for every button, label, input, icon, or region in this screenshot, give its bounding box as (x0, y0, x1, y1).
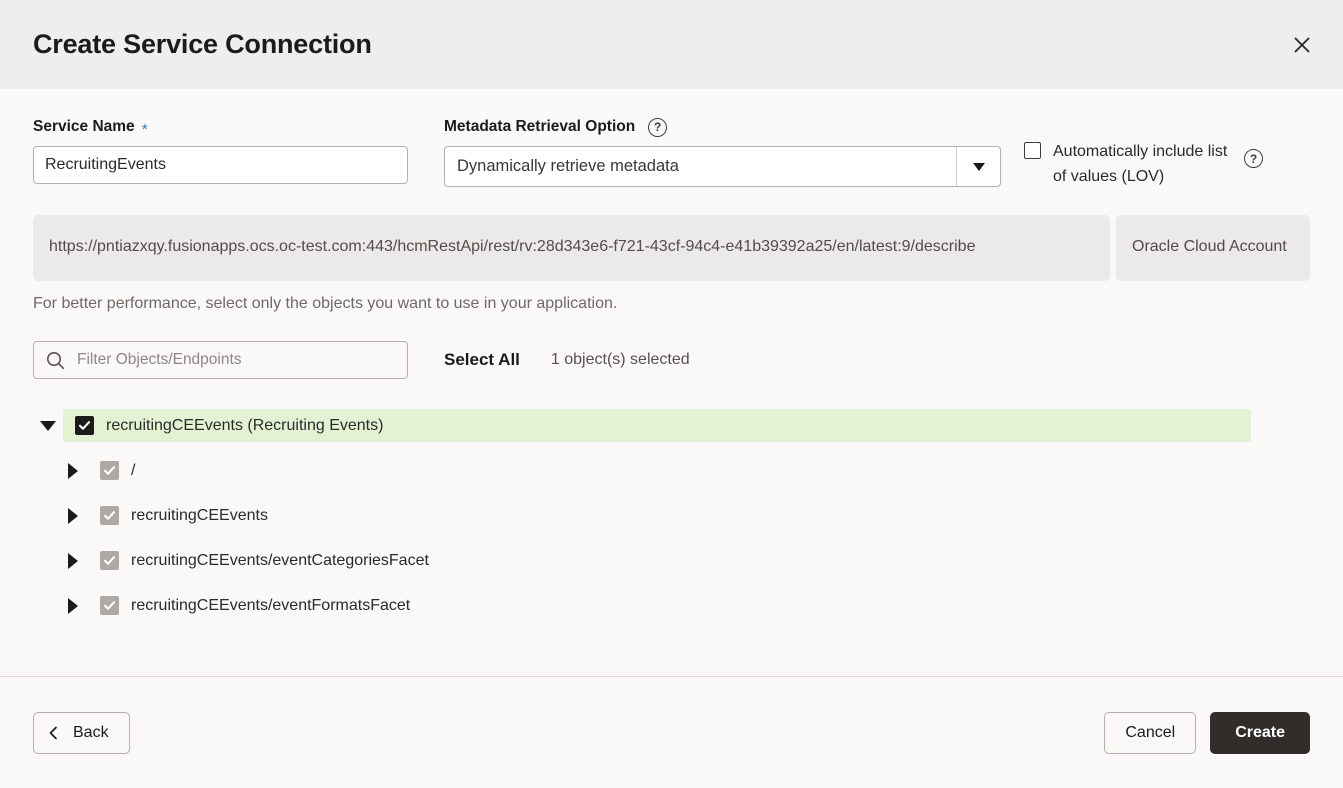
endpoint-url-text: https://pntiazxqy.fusionapps.ocs.oc-test… (33, 215, 1110, 281)
filter-objects-input[interactable] (33, 341, 408, 379)
triangle-right-icon[interactable] (58, 583, 88, 628)
required-asterisk: * (142, 122, 148, 137)
triangle-down-icon[interactable] (33, 403, 63, 448)
endpoint-url-strip: https://pntiazxqy.fusionapps.ocs.oc-test… (33, 215, 1310, 281)
tree-row-content-root[interactable]: recruitingCEEvents (Recruiting Events) (63, 409, 1251, 442)
metadata-option-label-text: Metadata Retrieval Option (444, 118, 635, 136)
metadata-option-field-group: Metadata Retrieval Option ? Dynamically … (444, 117, 1001, 187)
lov-checkbox[interactable] (1024, 142, 1041, 159)
filter-search-wrap (33, 341, 408, 379)
cancel-button-label: Cancel (1125, 724, 1175, 742)
checkbox-checked[interactable] (75, 416, 94, 435)
checkbox-checked-disabled[interactable] (100, 506, 119, 525)
dialog-footer: Back Cancel Create (0, 676, 1343, 788)
tree-row-content-child[interactable]: recruitingCEEvents/eventCategoriesFacet (88, 544, 1310, 577)
service-name-field-group: Service Name * (33, 117, 408, 184)
chevron-down-icon[interactable] (956, 147, 1000, 186)
tree-row[interactable]: recruitingCEEvents (Recruiting Events) (33, 403, 1310, 448)
tree-row[interactable]: recruitingCEEvents (33, 493, 1310, 538)
service-name-label-text: Service Name (33, 118, 135, 136)
back-button[interactable]: Back (33, 712, 130, 754)
triangle-right-icon[interactable] (58, 493, 88, 538)
triangle-right-icon[interactable] (58, 538, 88, 583)
create-service-connection-dialog: Create Service Connection Service Name * (0, 0, 1343, 788)
create-button-label: Create (1235, 724, 1285, 742)
tree-row[interactable]: recruitingCEEvents/eventFormatsFacet (33, 583, 1310, 628)
create-button[interactable]: Create (1210, 712, 1310, 754)
lov-label: Automatically include list of values (LO… (1053, 139, 1238, 189)
metadata-option-select[interactable]: Dynamically retrieve metadata (444, 146, 1001, 187)
performance-note: For better performance, select only the … (33, 295, 1310, 313)
tree-row-label: recruitingCEEvents (131, 507, 268, 525)
chevron-left-icon (48, 726, 59, 740)
tree-row-label: recruitingCEEvents/eventFormatsFacet (131, 597, 410, 615)
checkbox-checked-disabled[interactable] (100, 596, 119, 615)
cancel-button[interactable]: Cancel (1104, 712, 1196, 754)
help-icon-lov[interactable]: ? (1244, 149, 1263, 168)
close-button[interactable] (1285, 28, 1319, 62)
tree-row-label: recruitingCEEvents/eventCategoriesFacet (131, 552, 429, 570)
checkbox-checked-disabled[interactable] (100, 551, 119, 570)
tree-row-label: / (131, 462, 135, 480)
service-name-label: Service Name * (33, 117, 408, 137)
form-top-row: Service Name * Metadata Retrieval Option… (33, 117, 1310, 189)
tree-row-content-child[interactable]: recruitingCEEvents/eventFormatsFacet (88, 589, 1310, 622)
dialog-body: Service Name * Metadata Retrieval Option… (0, 89, 1343, 676)
back-button-label: Back (73, 724, 109, 742)
select-all-button[interactable]: Select All (444, 350, 520, 370)
account-tag: Oracle Cloud Account (1116, 215, 1310, 281)
triangle-right-icon[interactable] (58, 448, 88, 493)
objects-tree: recruitingCEEvents (Recruiting Events) / (33, 403, 1310, 628)
metadata-option-selected-value: Dynamically retrieve metadata (445, 157, 956, 176)
tree-row-label: recruitingCEEvents (Recruiting Events) (106, 417, 383, 435)
lov-option-group: Automatically include list of values (LO… (1024, 117, 1310, 189)
tree-row[interactable]: / (33, 448, 1310, 493)
metadata-option-label: Metadata Retrieval Option ? (444, 117, 1001, 137)
selected-count-label: 1 object(s) selected (551, 351, 690, 369)
dialog-header: Create Service Connection (0, 0, 1343, 89)
close-icon (1293, 36, 1311, 54)
checkbox-checked-disabled[interactable] (100, 461, 119, 480)
tree-row[interactable]: recruitingCEEvents/eventCategoriesFacet (33, 538, 1310, 583)
tree-row-content-child[interactable]: recruitingCEEvents (88, 499, 1310, 532)
page-title: Create Service Connection (33, 29, 1285, 60)
service-name-input[interactable] (33, 146, 408, 184)
filter-row: Select All 1 object(s) selected (33, 341, 1310, 379)
tree-row-content-child[interactable]: / (88, 454, 1310, 487)
help-icon-metadata[interactable]: ? (648, 118, 667, 137)
